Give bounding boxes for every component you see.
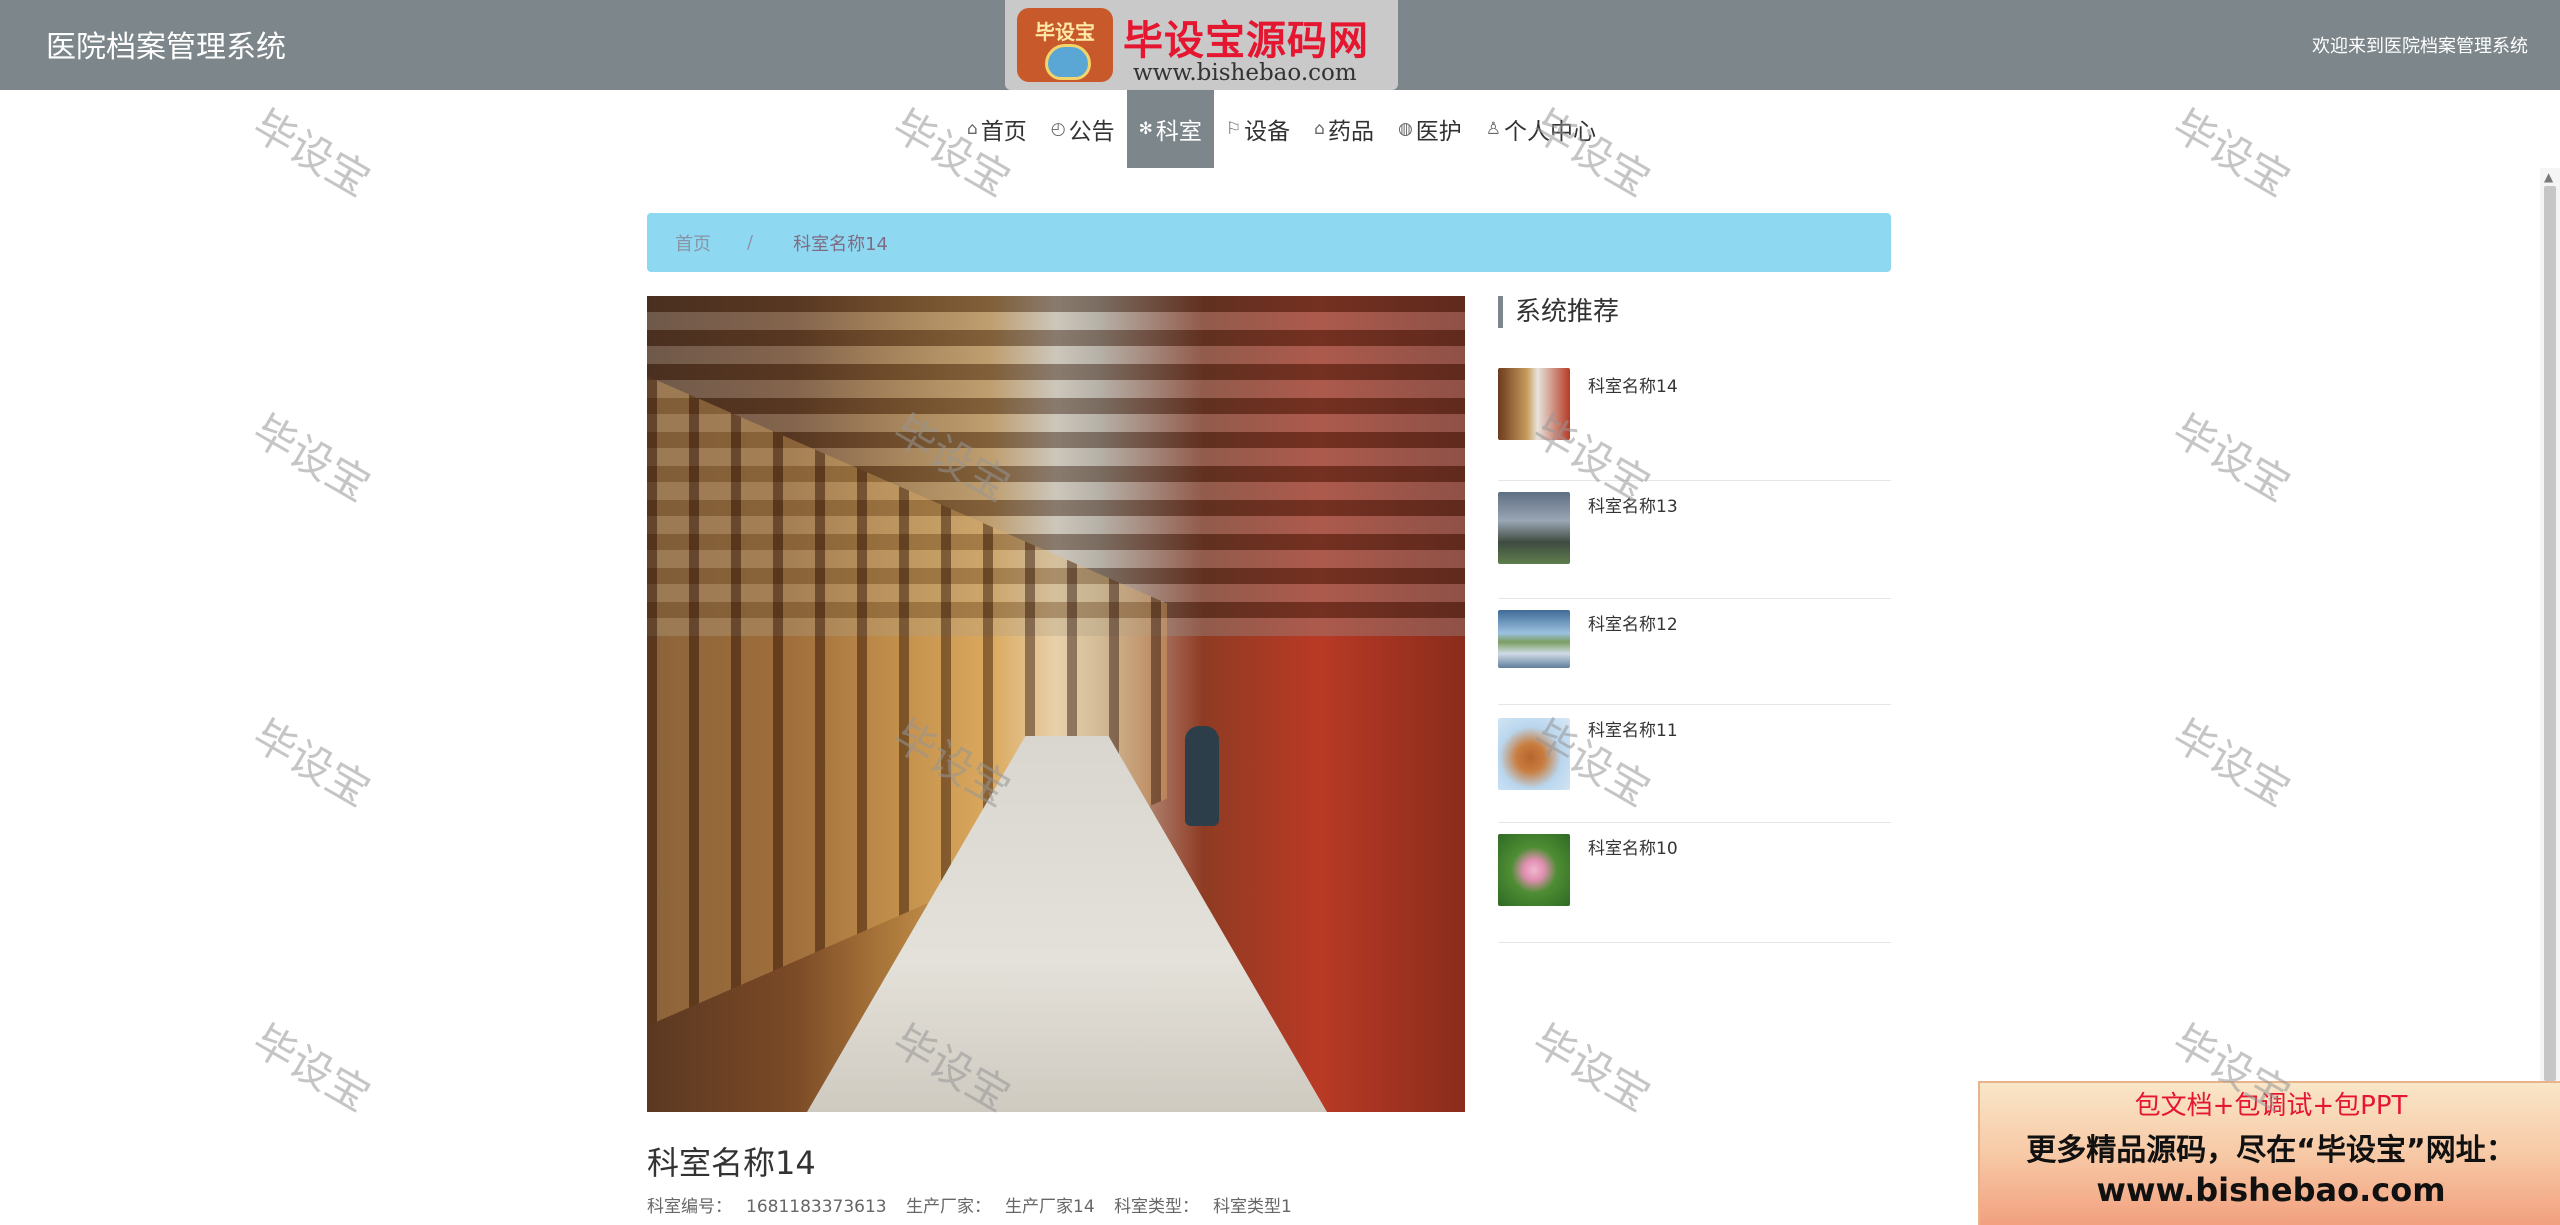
recommend-sidebar: 系统推荐 科室名称14 科室名称13 科室名称12 科室名称11 科室名称10 [1498,296,1891,943]
nav-item-medicine[interactable]: ⌂ 药品 [1302,90,1386,168]
flag-icon: ⚐ [1225,119,1242,139]
logo-badge-text: 毕设宝 [1035,20,1095,44]
breadcrumb-current: 科室名称14 [793,233,888,255]
meta-type-label: 科室类型： [1114,1197,1200,1217]
breadcrumb-home-link[interactable]: 首页 [675,230,711,256]
nav-label: 公告 [1068,119,1115,145]
logo-mascot-icon [1045,44,1091,80]
recommend-item[interactable]: 科室名称10 [1498,822,1891,943]
recommend-item[interactable]: 科室名称11 [1498,704,1891,823]
recommend-item-name[interactable]: 科室名称12 [1588,610,1678,635]
breadcrumb: 首页 / 科室名称14 [647,213,1891,272]
snowflake-icon: ✻ [1138,119,1153,139]
recommend-item[interactable]: 科室名称14 [1498,360,1891,481]
site-logo[interactable]: 毕设宝 毕设宝源码网 www.bishebao.com [1005,0,1398,90]
department-meta: 科室编号： 1681183373613 生产厂家： 生产厂家14 科室类型： 科室类型… [647,1192,1306,1217]
recommend-thumbnail[interactable] [1498,492,1570,564]
meta-type-value: 科室类型1 [1213,1197,1292,1217]
recommend-item-name[interactable]: 科室名称14 [1588,372,1678,397]
nav-item-medical-staff[interactable]: ◍ 医护 [1386,90,1474,168]
nav-label: 个人中心 [1504,119,1597,145]
logo-badge: 毕设宝 [1017,8,1113,82]
watermark: 毕设宝 [2164,710,2299,816]
watermark: 毕设宝 [1524,1015,1659,1121]
image-person [1185,726,1219,826]
palette-icon: ◍ [1397,119,1413,139]
nav-item-personal-center[interactable]: ♙ 个人中心 [1474,90,1608,168]
nav-item-equipment[interactable]: ⚐ 设备 [1214,90,1302,168]
recommend-item-name[interactable]: 科室名称10 [1588,834,1678,859]
nav-label: 首页 [980,119,1027,145]
recommend-item[interactable]: 科室名称13 [1498,480,1891,599]
meta-maker-label: 生产厂家： [906,1197,992,1217]
promo-line-slogan: 更多精品源码，尽在“毕设宝”网址： [2026,1133,2516,1168]
watermark: 毕设宝 [244,100,379,206]
recommend-thumbnail[interactable] [1498,718,1570,790]
main-nav: ⌂ 首页 ◴ 公告 ✻ 科室 ⚐ 设备 ⌂ 药品 ◍ 医护 ♙ 个人中心 [955,90,1608,168]
meta-id-value: 1681183373613 [746,1197,887,1217]
shop-icon: ⌂ [1314,119,1325,139]
watermark: 毕设宝 [244,1015,379,1121]
recommend-item[interactable]: 科室名称12 [1498,598,1891,705]
promo-line-url: www.bishebao.com [2096,1171,2446,1209]
scroll-up-arrow-icon[interactable]: ▲ [2544,170,2553,184]
nav-item-department[interactable]: ✻ 科室 [1126,90,1214,168]
nav-item-notice[interactable]: ◴ 公告 [1039,90,1127,168]
meta-id-label: 科室编号： [647,1197,732,1217]
recommend-item-name[interactable]: 科室名称11 [1588,716,1678,741]
department-title: 科室名称14 [647,1144,816,1182]
user-icon: ♙ [1485,119,1502,139]
system-title: 医院档案管理系统 [46,30,286,65]
nav-item-home[interactable]: ⌂ 首页 [955,90,1039,168]
sidebar-title: 系统推荐 [1498,296,1891,328]
nav-label: 医护 [1415,119,1462,145]
recommend-thumbnail[interactable] [1498,834,1570,906]
welcome-text: 欢迎来到医院档案管理系统 [2312,36,2528,57]
watermark: 毕设宝 [2164,405,2299,511]
promo-line-services: 包文档+包调试+包PPT [2134,1091,2408,1121]
logo-name: 毕设宝源码网 [1123,18,1369,64]
recommend-thumbnail[interactable] [1498,610,1570,668]
promo-banner[interactable]: 包文档+包调试+包PPT 更多精品源码，尽在“毕设宝”网址： www.bishe… [1978,1081,2560,1225]
nav-label: 设备 [1244,119,1291,145]
recommend-thumbnail[interactable] [1498,368,1570,440]
meta-maker-value: 生产厂家14 [1005,1197,1095,1217]
logo-url: www.bishebao.com [1133,60,1357,86]
watermark: 毕设宝 [244,405,379,511]
scrollbar-thumb[interactable] [2544,186,2556,1081]
home-icon: ⌂ [967,119,978,139]
nav-label: 科室 [1155,119,1202,145]
recommend-item-name[interactable]: 科室名称13 [1588,492,1678,517]
dashboard-icon: ◴ [1050,119,1066,139]
watermark: 毕设宝 [244,710,379,816]
department-main-image [647,296,1465,1112]
breadcrumb-separator: / [747,232,754,253]
nav-label: 药品 [1327,119,1374,145]
watermark: 毕设宝 [2164,100,2299,206]
